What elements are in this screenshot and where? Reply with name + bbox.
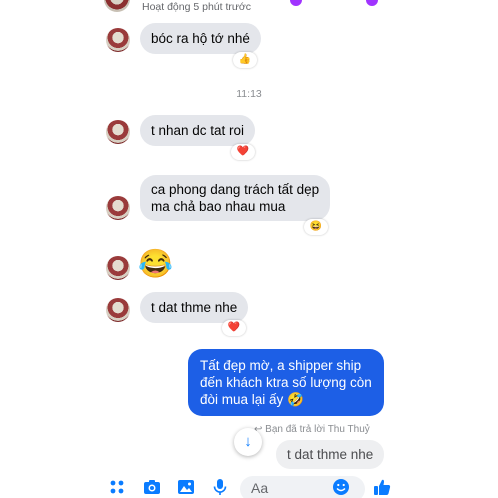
reaction-laugh[interactable]: 😆 [304,219,328,235]
message-bubble[interactable]: t nhan dc tat roi [140,115,256,146]
avatar[interactable] [106,256,130,280]
info-icon[interactable] [366,0,378,6]
like-icon[interactable] [371,478,393,498]
reaction-heart[interactable]: ❤️ [222,320,246,336]
reaction-heart[interactable]: ❤️ [231,144,255,160]
message-line: ca phong dang trách tất dẹp [151,182,320,197]
avatar[interactable] [106,298,130,322]
arrow-down-icon: ↓ [244,433,252,450]
active-status: Hoạt động 5 phút trước [142,1,252,13]
microphone-icon[interactable] [209,478,231,498]
message-line: ma chả bao nhau mua [151,199,286,214]
avatar[interactable] [106,120,130,144]
message-bubble[interactable]: ca phong dang trách tất dẹp ma chả bao n… [140,175,331,221]
message-bubble[interactable]: t dat thme nhe [140,292,249,323]
menu-dots-icon[interactable] [106,478,128,498]
avatar[interactable] [106,196,130,220]
outgoing-message-bubble[interactable]: Tất đẹp mờ, a shipper ship đến khách ktr… [188,349,384,416]
reply-message-bubble[interactable]: t dat thme nhe [276,440,385,469]
reply-note: ↩ Bạn đã trả lời Thu Thuỷ [254,424,370,435]
scroll-down-button[interactable]: ↓ [234,428,262,456]
emoji-message[interactable]: 😂 [138,249,173,279]
message-bubble[interactable]: bóc ra hộ tớ nhé [140,23,261,54]
message-line: đến khách ktra số lượng còn [200,375,372,390]
camera-icon[interactable] [141,478,163,498]
contact-avatar[interactable] [104,0,130,12]
reply-note-text: Bạn đã trả lời Thu Thuỷ [265,424,370,435]
timestamp: 11:13 [236,88,262,100]
message-line: Tất đẹp mờ, a shipper ship [200,358,362,373]
message-line: đòi mua lại ấy 🤣 [200,392,304,407]
reaction-like[interactable]: 👍 [233,52,257,68]
avatar[interactable] [106,28,130,52]
image-icon[interactable] [175,478,197,498]
chat-header: Hoạt động 5 phút trước [94,0,404,14]
emoji-icon[interactable] [330,478,352,498]
message-composer: Aa [94,476,404,498]
chat-screen: Hoạt động 5 phút trước bóc ra hộ tớ nhé … [94,0,404,498]
call-icon[interactable] [290,0,302,6]
